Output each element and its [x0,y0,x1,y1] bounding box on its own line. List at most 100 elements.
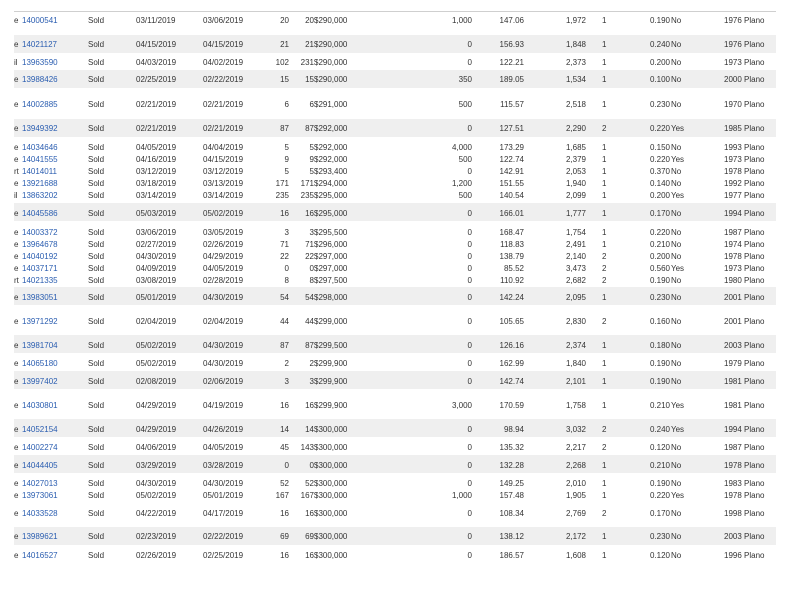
status-cell: Sold [88,167,105,176]
mls-number-link[interactable]: 14034646 [22,143,58,153]
mls-number-link[interactable]: 14027013 [22,479,58,489]
living-sqft-cell: 1,534 [565,75,586,84]
living-sqft-cell: 3,473 [565,264,586,273]
days-on-market-cell: 69 [280,532,289,541]
mls-number-link[interactable]: 14041555 [22,155,58,165]
close-date-cell: 04/03/2019 [136,58,177,67]
sold-price-cell: $292,000 [314,143,348,152]
city-cell: Plano [744,191,765,200]
concessions-cell: 0 [467,167,472,176]
lot-acres-cell: 0.190 [649,479,670,488]
lot-acres-cell: 0.240 [649,425,670,434]
mls-number-link[interactable]: 14033528 [22,509,58,519]
year-built-cell: 1973 [724,155,742,164]
cumulative-dom-cell: 143 [300,443,314,452]
mls-number-link[interactable]: 14052154 [22,425,58,435]
garage-count-cell: 2 [602,443,607,452]
mls-number-link[interactable]: 14014011 [22,167,57,177]
price-per-sqft-cell: 138.79 [499,252,524,261]
living-sqft-cell: 2,491 [565,240,586,249]
mls-number-link[interactable]: 13963590 [22,58,58,68]
mls-number-link[interactable]: 14002274 [22,443,58,453]
close-date-cell: 05/02/2019 [136,341,177,350]
sold-price-cell: $296,000 [314,240,348,249]
cumulative-dom-cell: 3 [309,228,314,237]
list-date-cell: 04/15/2019 [203,155,244,164]
lot-acres-cell: 0.210 [649,401,670,410]
mls-number-link[interactable]: 14003372 [22,228,58,238]
list-date-cell: 03/14/2019 [203,191,244,200]
mls-number-link[interactable]: 14002885 [22,100,58,110]
mls-number-link[interactable]: 14065180 [22,359,58,369]
mls-number-link[interactable]: 14021335 [22,276,58,286]
mls-number-link[interactable]: 13949392 [22,124,58,134]
concessions-cell: 0 [467,124,472,133]
mls-number-link[interactable]: 13971292 [22,317,58,327]
lot-acres-cell: 0.220 [649,228,670,237]
lot-acres-cell: 0.120 [649,551,670,560]
concessions-cell: 350 [458,75,472,84]
status-cell: Sold [88,425,105,434]
pool-cell: No [671,75,682,84]
pool-cell: Yes [671,191,685,200]
price-per-sqft-cell: 189.05 [499,75,524,84]
pool-cell: No [671,100,682,109]
pool-cell: No [671,532,682,541]
mls-number-link[interactable]: 14040192 [22,252,58,262]
close-date-cell: 04/06/2019 [136,443,177,452]
days-on-market-cell: 54 [280,293,289,302]
list-date-cell: 04/05/2019 [203,443,244,452]
city-cell: Plano [744,377,765,386]
living-sqft-cell: 2,374 [565,341,586,350]
mls-number-link[interactable]: 13989621 [22,532,58,542]
close-date-cell: 04/09/2019 [136,264,177,273]
mls-number-link[interactable]: 13921688 [22,179,58,189]
days-on-market-cell: 5 [284,143,289,152]
concessions-cell: 0 [467,264,472,273]
mls-number-link[interactable]: 14000541 [22,16,58,26]
mls-number-link[interactable]: 14044405 [22,461,58,471]
concessions-cell: 0 [467,240,472,249]
cumulative-dom-cell: 5 [309,167,314,176]
price-per-sqft-cell: 170.59 [499,401,524,410]
days-on-market-cell: 0 [284,461,289,470]
mls-number-link[interactable]: 13983051 [22,293,58,303]
lot-acres-cell: 0.170 [649,209,670,218]
lot-acres-cell: 0.160 [649,317,670,326]
year-built-cell: 1974 [724,240,742,249]
lot-acres-cell: 0.230 [649,100,670,109]
mls-number-link[interactable]: 13973061 [22,491,58,501]
list-date-cell: 04/30/2019 [203,479,244,488]
sold-price-cell: $300,000 [314,491,348,500]
list-date-cell: 02/26/2019 [203,240,244,249]
days-on-market-cell: 171 [275,179,289,188]
mls-number-link[interactable]: 14030801 [22,401,58,411]
list-date-cell: 03/28/2019 [203,461,244,470]
mls-number-link[interactable]: 13988426 [22,75,58,85]
mls-number-link[interactable]: 14045586 [22,209,58,219]
year-built-cell: 1973 [724,58,742,67]
lot-acres-cell: 0.560 [649,264,670,273]
mls-number-link[interactable]: 13997402 [22,377,58,387]
price-per-sqft-cell: 156.93 [499,40,524,49]
cumulative-dom-cell: 0 [309,461,314,470]
days-on-market-cell: 71 [280,240,289,249]
mls-number-link[interactable]: 14037171 [22,264,58,274]
year-built-cell: 1981 [724,401,742,410]
mls-number-link[interactable]: 14021127 [22,40,57,50]
price-per-sqft-cell: 142.91 [499,167,524,176]
close-date-cell: 03/18/2019 [136,179,177,188]
year-built-cell: 2000 [724,75,742,84]
days-on-market-cell: 0 [284,264,289,273]
lot-acres-cell: 0.220 [649,124,670,133]
status-cell: Sold [88,443,105,452]
mls-number-link[interactable]: 14016527 [22,551,58,561]
lot-acres-cell: 0.230 [649,293,670,302]
concessions-cell: 500 [458,155,472,164]
mls-number-link[interactable]: 13981704 [22,341,58,351]
mls-number-link[interactable]: 13964678 [22,240,58,250]
garage-count-cell: 1 [602,341,607,350]
list-date-cell: 02/22/2019 [203,532,244,541]
price-per-sqft-cell: 85.52 [503,264,524,273]
mls-number-link[interactable]: 13863202 [22,191,58,201]
